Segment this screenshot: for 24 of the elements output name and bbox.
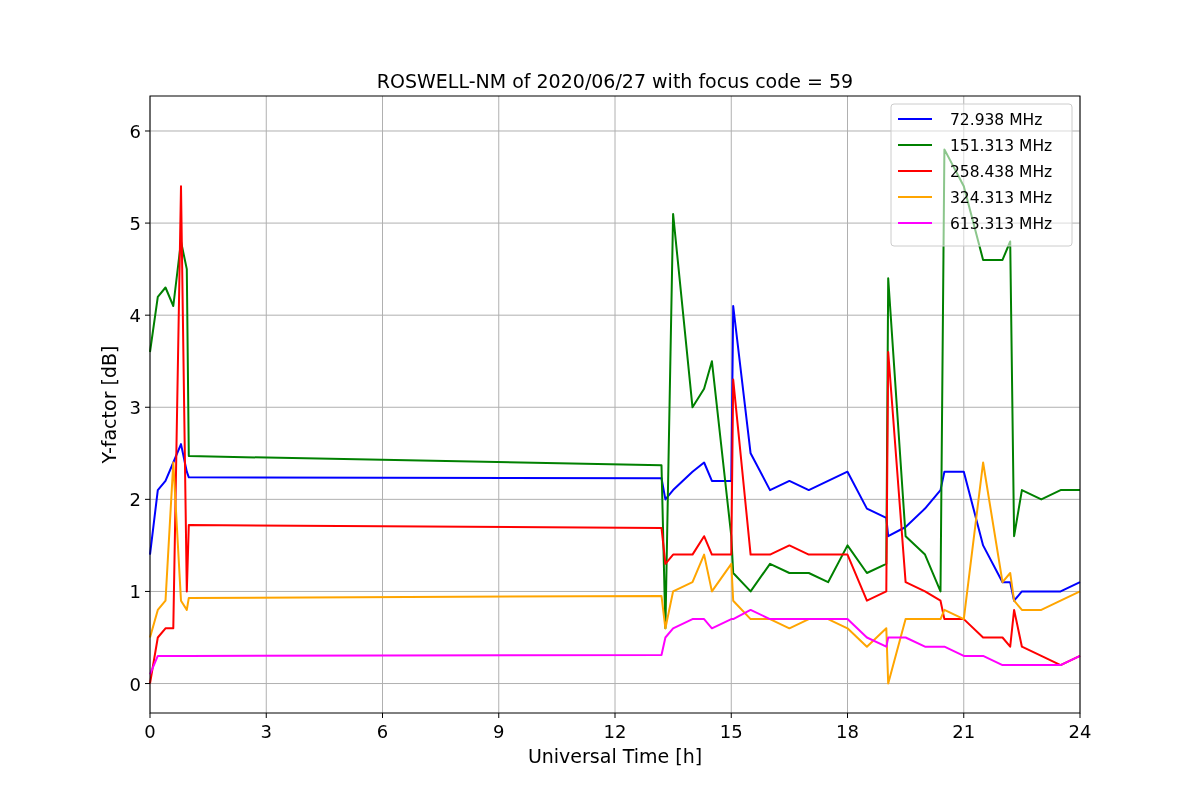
y-tick-label: 4: [129, 305, 141, 327]
legend-label: 324.313 MHz: [950, 189, 1053, 207]
y-tick-label: 2: [129, 489, 141, 511]
x-axis-label: Universal Time [h]: [527, 745, 703, 767]
legend-label: 151.313 MHz: [950, 137, 1053, 155]
chart-title: ROSWELL-NM of 2020/06/27 with focus code = 59: [376, 70, 854, 92]
legend-label: 613.313 MHz: [950, 215, 1053, 233]
x-tick-label: 21: [952, 721, 976, 742]
legend-label: 72.938 MHz: [950, 111, 1043, 129]
y-tick-label: 1: [129, 581, 141, 603]
x-tick-label: 15: [719, 721, 743, 742]
y-tick-label: 5: [129, 213, 141, 235]
x-tick-label: 9: [493, 721, 505, 742]
x-tick-label: 18: [836, 721, 859, 742]
x-tick-label: 0: [144, 721, 156, 742]
x-tick-label: 3: [260, 721, 272, 742]
x-tick-label: 6: [376, 721, 389, 742]
legend-label: 258.438 MHz: [950, 163, 1053, 181]
x-tick-label: 12: [603, 721, 627, 742]
y-tick-label: 0: [129, 673, 141, 695]
y-tick-label: 3: [129, 397, 141, 419]
y-tick-label: 6: [129, 121, 141, 142]
y-axis-label: Y-factor [dB]: [98, 345, 120, 464]
x-tick-label: 24: [1068, 721, 1092, 742]
